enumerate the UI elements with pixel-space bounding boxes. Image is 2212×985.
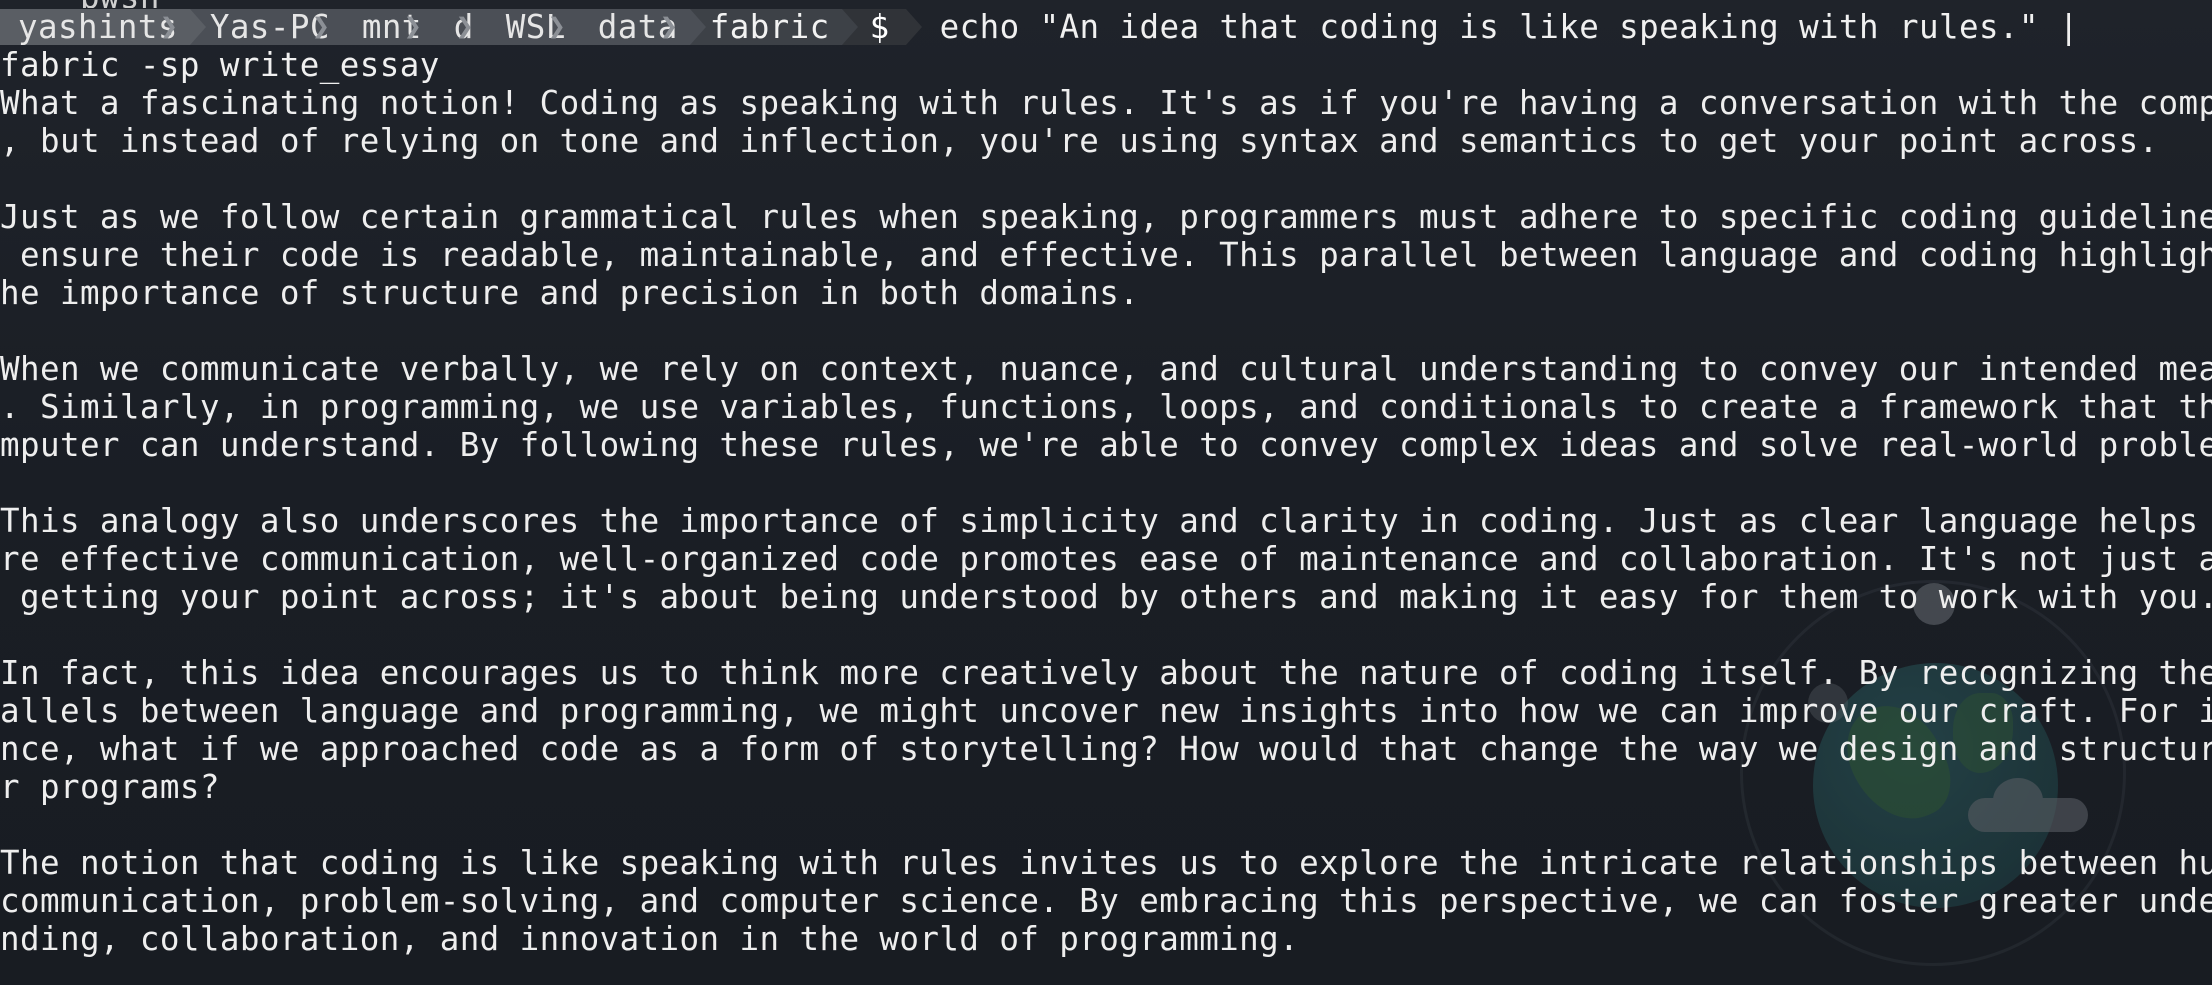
output-line: In fact, this idea encourages us to thin… bbox=[0, 654, 2212, 692]
powerline-chevron-icon: ❯ bbox=[455, 9, 475, 44]
output-line: Just as we follow certain grammatical ru… bbox=[0, 198, 2212, 236]
terminal-window[interactable]: pwsh yashints❯Yas-PC❯mnt❯d❯WSL❯data❯fabr… bbox=[0, 0, 2212, 985]
output-line: What a fascinating notion! Coding as spe… bbox=[0, 84, 2212, 122]
previous-output-line: pwsh bbox=[0, 0, 240, 8]
prompt-line: yashints ❯ Yas-PC ❯ mnt ❯ d ❯ WSL ❯ data ❯ fabric $ … bbox=[0, 8, 2079, 46]
output-line: r programs? bbox=[0, 768, 220, 806]
powerline-chevron-icon: ❯ bbox=[159, 9, 179, 44]
prompt-path-segment: fabric bbox=[689, 8, 858, 46]
command-continuation[interactable]: fabric -sp write_essay bbox=[0, 46, 440, 84]
powerline-chevron-icon: ❯ bbox=[547, 9, 567, 44]
output-line: re effective communication, well-organiz… bbox=[0, 540, 2212, 578]
output-line: When we communicate verbally, we rely on… bbox=[0, 350, 2212, 388]
prompt-symbol-text: $ bbox=[869, 8, 890, 46]
output-line: nding, collaboration, and innovation in … bbox=[0, 920, 1300, 958]
powerline-arrow-icon bbox=[577, 9, 594, 45]
output-line: This analogy also underscores the import… bbox=[0, 502, 2212, 540]
prompt-path-segment: data ❯ bbox=[577, 8, 706, 46]
output-line: he importance of structure and precision… bbox=[0, 274, 1140, 312]
output-line: ensure their code is readable, maintaina… bbox=[0, 236, 2212, 274]
blank-output-line bbox=[0, 312, 2212, 350]
command-input[interactable]: echo "An idea that coding is like speaki… bbox=[906, 8, 2079, 46]
blank-output-line bbox=[0, 616, 2212, 654]
output-line: allels between language and programming,… bbox=[0, 692, 2212, 730]
powerline-chevron-icon: ❯ bbox=[403, 9, 423, 44]
powerline-arrow-icon bbox=[341, 9, 358, 45]
command-output: What a fascinating notion! Coding as spe… bbox=[0, 84, 2212, 958]
output-line: The notion that coding is like speaking … bbox=[0, 844, 2212, 882]
blank-output-line bbox=[0, 464, 2212, 502]
powerline-arrow-icon bbox=[689, 9, 706, 45]
powerline-chevron-icon: ❯ bbox=[311, 9, 331, 44]
prompt-path-segment-label: yashints bbox=[18, 8, 178, 46]
powerline-chevron-icon: ❯ bbox=[659, 9, 679, 44]
output-line: . Similarly, in programming, we use vari… bbox=[0, 388, 2212, 426]
prompt-path-segment: Yas-PC ❯ bbox=[189, 8, 358, 46]
powerline-arrow-icon bbox=[189, 9, 206, 45]
output-line: getting your point across; it's about be… bbox=[0, 578, 2212, 616]
powerline-arrow-icon bbox=[841, 9, 858, 45]
prompt-path-segment: yashints ❯ bbox=[0, 8, 206, 46]
output-line: communication, problem-solving, and comp… bbox=[0, 882, 2212, 920]
output-line: nce, what if we approached code as a for… bbox=[0, 730, 2212, 768]
prompt-path-segment-label: fabric bbox=[709, 8, 830, 46]
powerline-arrow-icon bbox=[433, 9, 450, 45]
output-line: mputer can understand. By following thes… bbox=[0, 426, 2212, 464]
powerline-chevron-icon bbox=[905, 9, 922, 45]
blank-output-line bbox=[0, 160, 2212, 198]
output-line: , but instead of relying on tone and inf… bbox=[0, 122, 2159, 160]
powerline-arrow-icon bbox=[485, 9, 502, 45]
blank-output-line bbox=[0, 806, 2212, 844]
